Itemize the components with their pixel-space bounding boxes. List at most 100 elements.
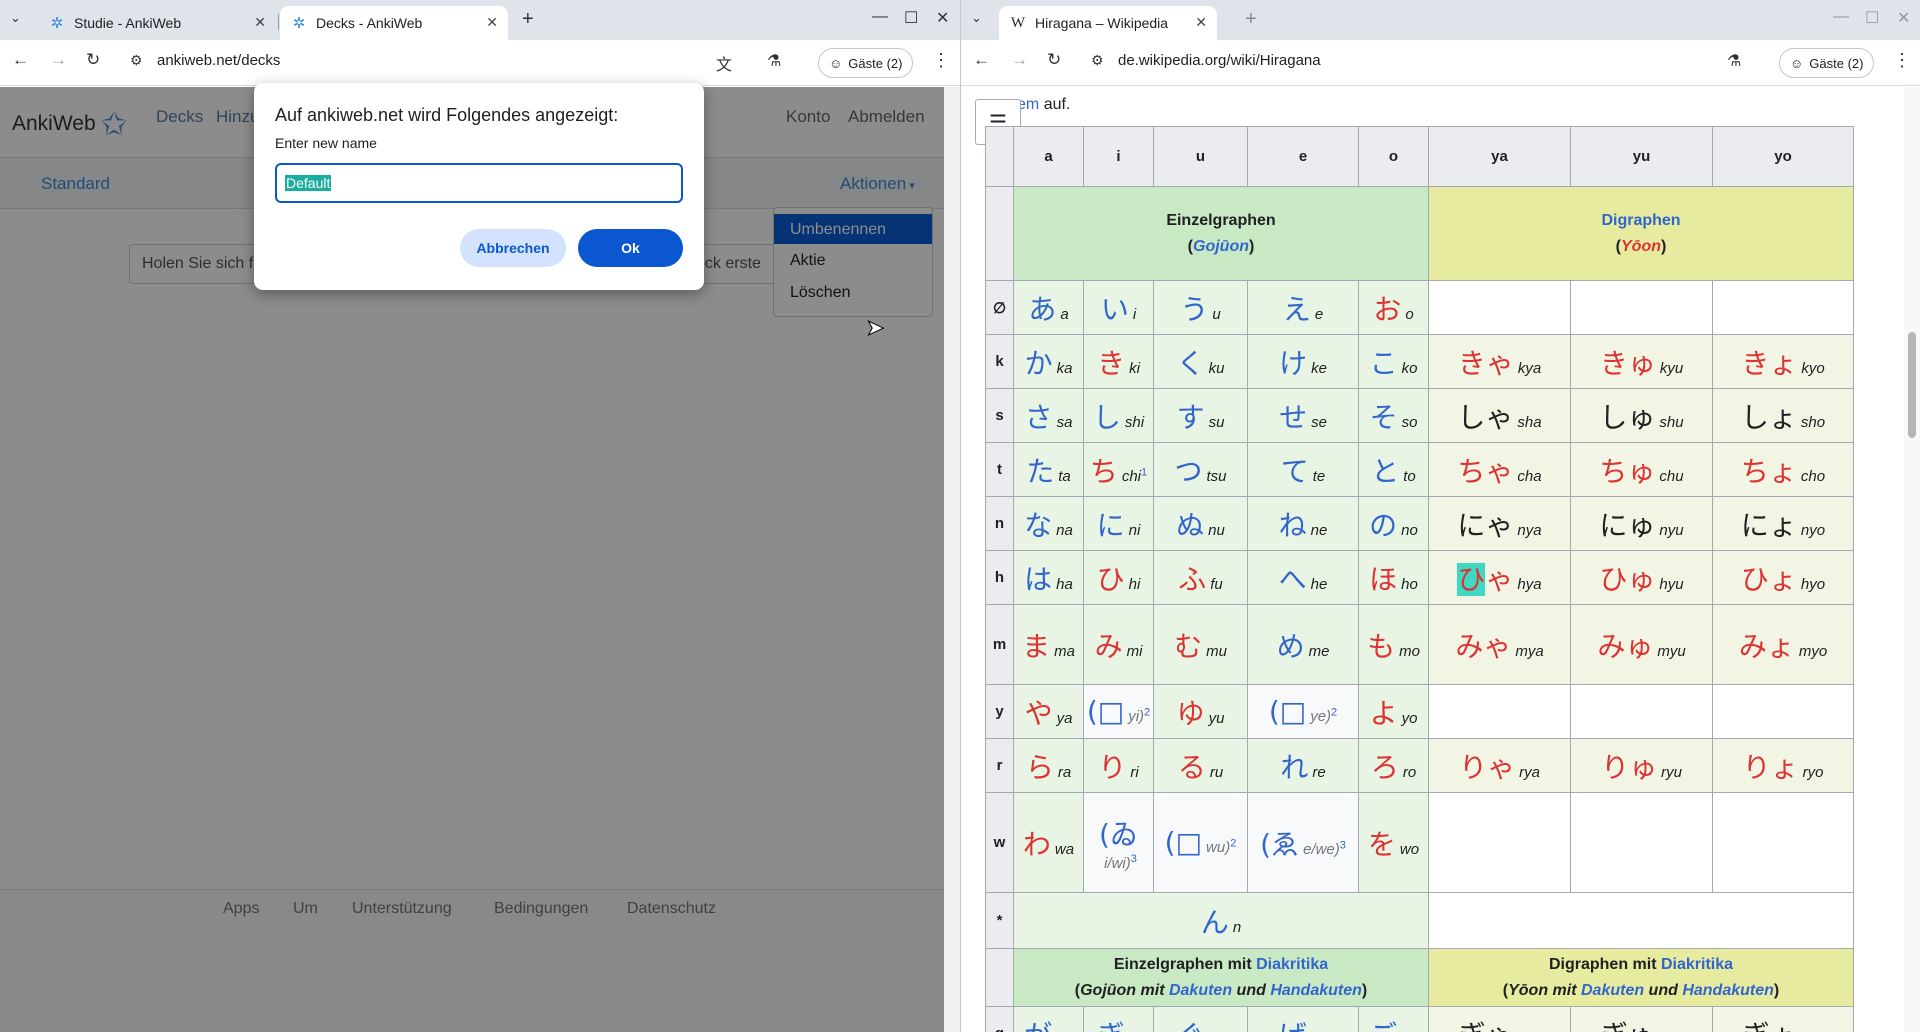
selected-text: Default	[285, 175, 332, 191]
kana-glyph: く	[1176, 346, 1205, 380]
new-name-input[interactable]: Default	[275, 163, 683, 203]
kana-cell: ぎょgyo	[1712, 1006, 1854, 1032]
back-icon[interactable]: ←	[12, 50, 29, 70]
digraphen-link[interactable]: Digraphen	[1601, 212, 1680, 229]
kana-glyph: む	[1174, 629, 1203, 663]
row-header: h	[985, 550, 1014, 605]
close-window-icon[interactable]: ✕	[936, 8, 949, 28]
romaji: ye)	[1310, 708, 1332, 725]
address-bar[interactable]: ankiweb.net/decks	[157, 52, 280, 69]
close-window-icon[interactable]: ✕	[1897, 8, 1910, 28]
kana-cell: ぎゃgya	[1428, 1006, 1571, 1032]
kana-cell: ごgo	[1358, 1006, 1429, 1032]
romaji: mya	[1515, 642, 1544, 660]
labs-flask-icon[interactable]: ⚗	[767, 51, 781, 71]
menu-icon[interactable]: ⋮	[1893, 50, 1911, 71]
corner-cell	[985, 948, 1014, 1007]
handakuten-link[interactable]: Handakuten	[1270, 982, 1362, 999]
romaji: i	[1132, 305, 1137, 323]
kana-glyph: ろ	[1370, 750, 1399, 784]
tab-studie[interactable]: ✲ Studie - AnkiWeb ✕	[38, 6, 276, 40]
kana-glyph: にゃ	[1457, 508, 1514, 542]
yoon-link[interactable]: Yōon	[1621, 238, 1661, 255]
romaji: ryo	[1802, 763, 1824, 781]
address-bar[interactable]: de.wikipedia.org/wiki/Hiragana	[1118, 52, 1321, 69]
scrollbar[interactable]	[1904, 87, 1920, 1032]
romaji: u	[1212, 305, 1221, 323]
profile-button[interactable]: ☺ Gäste (2)	[818, 48, 914, 78]
dakuten-link[interactable]: Dakuten	[1581, 982, 1644, 999]
tab-list-icon[interactable]: ⌄	[971, 10, 982, 26]
romaji: ku	[1208, 359, 1225, 377]
footnote-ref[interactable]: 3	[1340, 839, 1346, 851]
kana-glyph: ん	[1200, 905, 1229, 939]
scrollbar-thumb[interactable]	[1908, 332, 1916, 438]
menu-icon[interactable]: ⋮	[932, 50, 950, 71]
romaji: wa	[1054, 840, 1075, 858]
footnote-ref[interactable]: 2	[1331, 707, 1337, 719]
kana-cell: ひょ hyo	[1712, 550, 1854, 605]
labs-flask-icon[interactable]: ⚗	[1727, 51, 1741, 71]
kana-cell: ひゅ hyu	[1570, 550, 1713, 605]
kana-cell: (ゐ i/wi)3	[1083, 792, 1154, 893]
romaji: nyu	[1659, 521, 1684, 539]
tab-wikipedia[interactable]: W Hiragana – Wikipedia ✕	[999, 6, 1217, 40]
tab-title: Decks - AnkiWeb	[316, 15, 423, 31]
forward-icon[interactable]: →	[50, 50, 67, 70]
footnote-ref[interactable]: 2	[1230, 838, 1236, 850]
kana-glyph: (□	[1268, 695, 1307, 728]
translate-icon[interactable]: 文	[716, 51, 732, 75]
romaji: chu	[1659, 467, 1684, 485]
kana-cell: そ so	[1358, 388, 1429, 443]
minimize-icon[interactable]: —	[1833, 8, 1849, 26]
kana-cell: せ se	[1247, 388, 1359, 443]
corner-cell	[985, 186, 1014, 281]
highlighted-kana: ひ	[1457, 562, 1486, 596]
minimize-icon[interactable]: —	[872, 8, 888, 26]
scrollbar[interactable]	[944, 87, 960, 1032]
kana-cell	[1712, 684, 1854, 739]
romaji: ha	[1056, 575, 1073, 593]
site-info-icon[interactable]: ⚙	[130, 52, 143, 69]
close-tab-icon[interactable]: ✕	[1195, 14, 1207, 31]
maximize-icon[interactable]: ☐	[904, 8, 918, 28]
close-tab-icon[interactable]: ✕	[486, 14, 498, 31]
kana-glyph: ひゅ	[1599, 562, 1656, 596]
footnote-ref[interactable]: 3	[1131, 853, 1137, 865]
kana-glyph: ぐ	[1176, 1019, 1204, 1032]
romaji: cho	[1800, 467, 1826, 485]
footnote-ref[interactable]: 1	[1141, 466, 1147, 478]
tab-separator	[278, 14, 279, 30]
reload-icon[interactable]: ↻	[1047, 50, 1061, 70]
tab-decks[interactable]: ✲ Decks - AnkiWeb ✕	[280, 6, 508, 40]
site-info-icon[interactable]: ⚙	[1091, 52, 1104, 69]
paren: )	[1248, 237, 1255, 255]
cancel-button[interactable]: Abbrechen	[460, 229, 566, 267]
kana-glyph: ひ	[1096, 562, 1125, 596]
close-tab-icon[interactable]: ✕	[254, 14, 266, 31]
romaji: ta	[1058, 467, 1071, 485]
kana-cell	[1712, 792, 1854, 893]
romaji: kya	[1517, 359, 1542, 377]
kana-cell: み mi	[1083, 604, 1154, 685]
dakuten-link[interactable]: Dakuten	[1169, 982, 1232, 999]
ok-button[interactable]: Ok	[578, 229, 683, 267]
gojuon-link[interactable]: Gojūon	[1193, 238, 1249, 255]
new-tab-icon[interactable]: +	[1245, 8, 1257, 31]
footnote-ref[interactable]: 2	[1144, 707, 1150, 719]
tab-list-icon[interactable]: ⌄	[10, 10, 21, 26]
romaji: se	[1311, 413, 1327, 431]
new-tab-icon[interactable]: +	[522, 8, 534, 31]
kana-cell: む mu	[1153, 604, 1248, 685]
handakuten-link[interactable]: Handakuten	[1682, 982, 1774, 999]
diakritika-link[interactable]: Diakritika	[1661, 956, 1733, 973]
kana-glyph: ちゅ	[1599, 454, 1656, 488]
forward-icon[interactable]: →	[1011, 50, 1028, 70]
reload-icon[interactable]: ↻	[86, 50, 100, 70]
kana-cell: ぎgi	[1083, 1006, 1154, 1032]
kana-glyph: りゅ	[1601, 750, 1658, 784]
diakritika-link[interactable]: Diakritika	[1256, 956, 1328, 973]
back-icon[interactable]: ←	[973, 50, 990, 70]
maximize-icon[interactable]: ☐	[1865, 8, 1879, 28]
profile-button[interactable]: ☺ Gäste (2)	[1779, 48, 1875, 78]
